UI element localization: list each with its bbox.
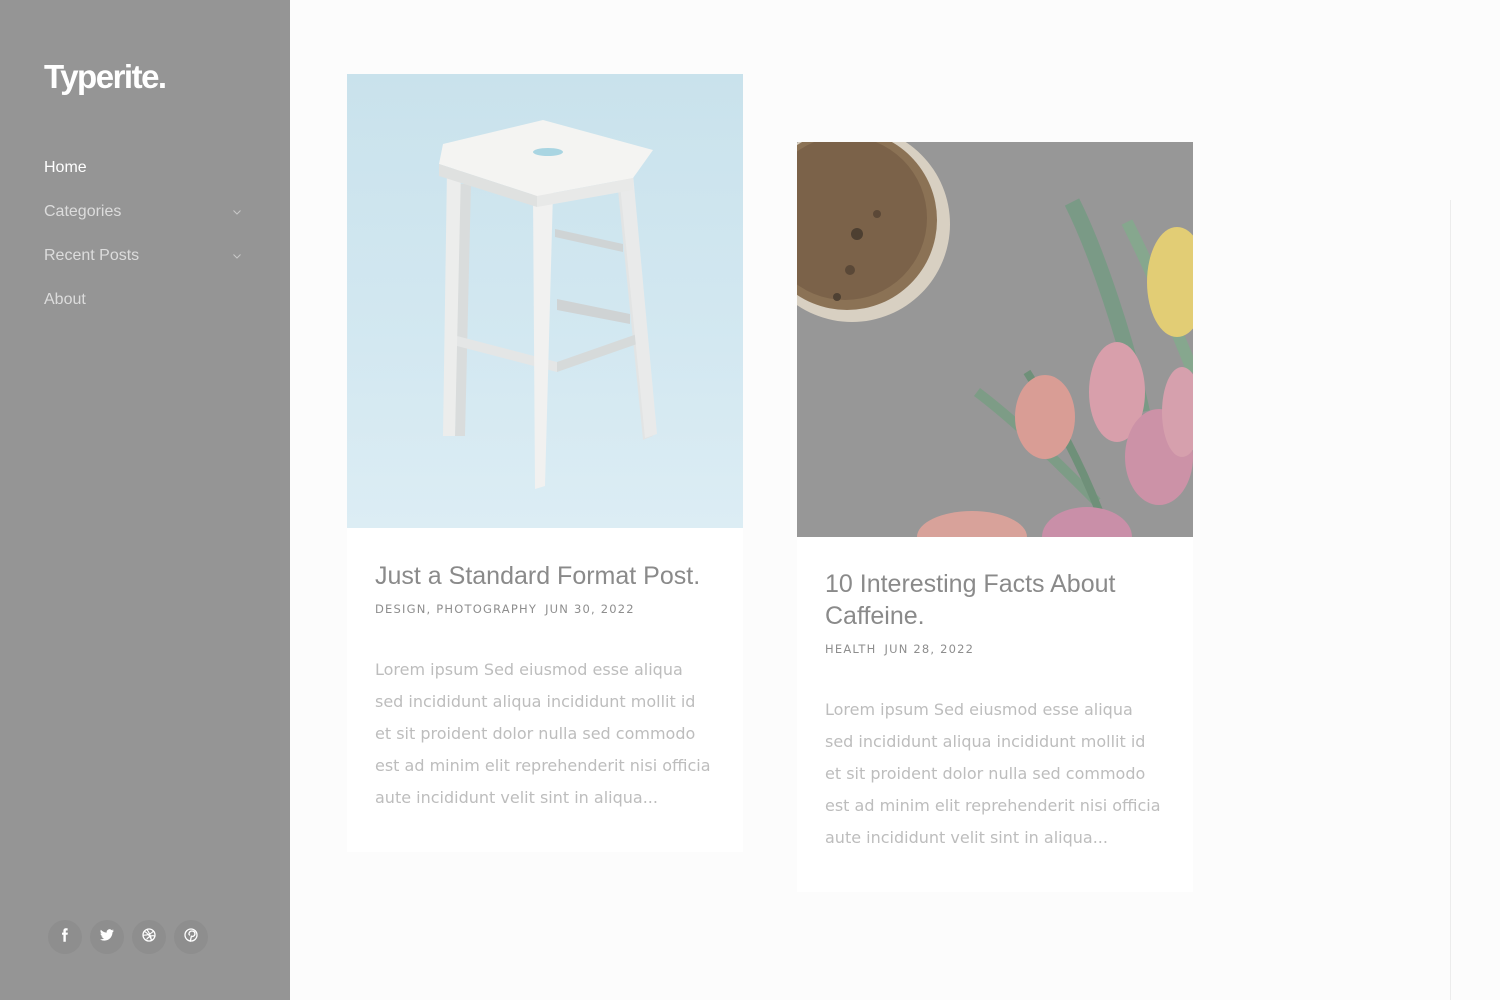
twitter-link[interactable] bbox=[90, 920, 124, 954]
post-body: Just a Standard Format Post. Design, Pho… bbox=[347, 560, 743, 814]
coffee-tulips-image bbox=[797, 142, 1193, 537]
post-body: 10 Interesting Facts About Caffeine. Hea… bbox=[797, 568, 1193, 854]
post-card: Just a Standard Format Post. Design, Pho… bbox=[347, 74, 743, 852]
twitter-icon bbox=[100, 928, 114, 946]
pinterest-link[interactable] bbox=[174, 920, 208, 954]
stool-image bbox=[439, 120, 657, 489]
post-thumbnail[interactable] bbox=[797, 142, 1193, 537]
site-logo[interactable]: Typerite. bbox=[44, 58, 167, 96]
dribbble-icon bbox=[142, 927, 156, 947]
post-excerpt: Lorem ipsum Sed eiusmod esse aliqua sed … bbox=[825, 700, 1161, 847]
category-link-design[interactable]: Design bbox=[375, 602, 427, 616]
nav-item-label: About bbox=[44, 291, 86, 308]
category-link-photography[interactable]: Photography bbox=[436, 602, 537, 616]
post-title[interactable]: 10 Interesting Facts About Caffeine. bbox=[825, 568, 1165, 632]
main-nav: Home Categories Recent Posts About bbox=[44, 146, 244, 322]
post-title[interactable]: Just a Standard Format Post. bbox=[375, 560, 715, 592]
nav-item-about[interactable]: About bbox=[44, 278, 244, 322]
nav-item-label: Categories bbox=[44, 203, 122, 220]
divider bbox=[1450, 200, 1451, 1000]
post-categories: Design, Photography bbox=[375, 602, 538, 616]
post-categories: Health bbox=[825, 642, 876, 656]
post-date: Jun 28, 2022 bbox=[884, 642, 975, 656]
pinterest-icon bbox=[184, 927, 198, 947]
post-meta: Health Jun 28, 2022 bbox=[825, 642, 1165, 656]
nav-item-label: Recent Posts bbox=[44, 247, 140, 264]
post-date: Jun 30, 2022 bbox=[545, 602, 635, 616]
facebook-link[interactable] bbox=[48, 920, 82, 954]
chevron-down-icon[interactable] bbox=[232, 251, 242, 261]
chevron-down-icon[interactable] bbox=[232, 207, 242, 217]
nav-item-label: Home bbox=[44, 159, 87, 176]
facebook-icon bbox=[58, 927, 72, 947]
post-excerpt: Lorem ipsum Sed eiusmod esse aliqua sed … bbox=[375, 660, 711, 807]
post-card: 10 Interesting Facts About Caffeine. Hea… bbox=[797, 142, 1193, 892]
sidebar: Typerite. Home Categories Recent Posts A… bbox=[0, 0, 290, 1000]
post-thumbnail[interactable] bbox=[347, 74, 743, 528]
nav-item-home[interactable]: Home bbox=[44, 146, 244, 190]
post-meta: Design, Photography Jun 30, 2022 bbox=[375, 602, 715, 616]
dribbble-link[interactable] bbox=[132, 920, 166, 954]
category-link-health[interactable]: Health bbox=[825, 642, 876, 656]
nav-item-recent-posts[interactable]: Recent Posts bbox=[44, 234, 244, 278]
nav-item-categories[interactable]: Categories bbox=[44, 190, 244, 234]
social-links bbox=[48, 920, 208, 954]
